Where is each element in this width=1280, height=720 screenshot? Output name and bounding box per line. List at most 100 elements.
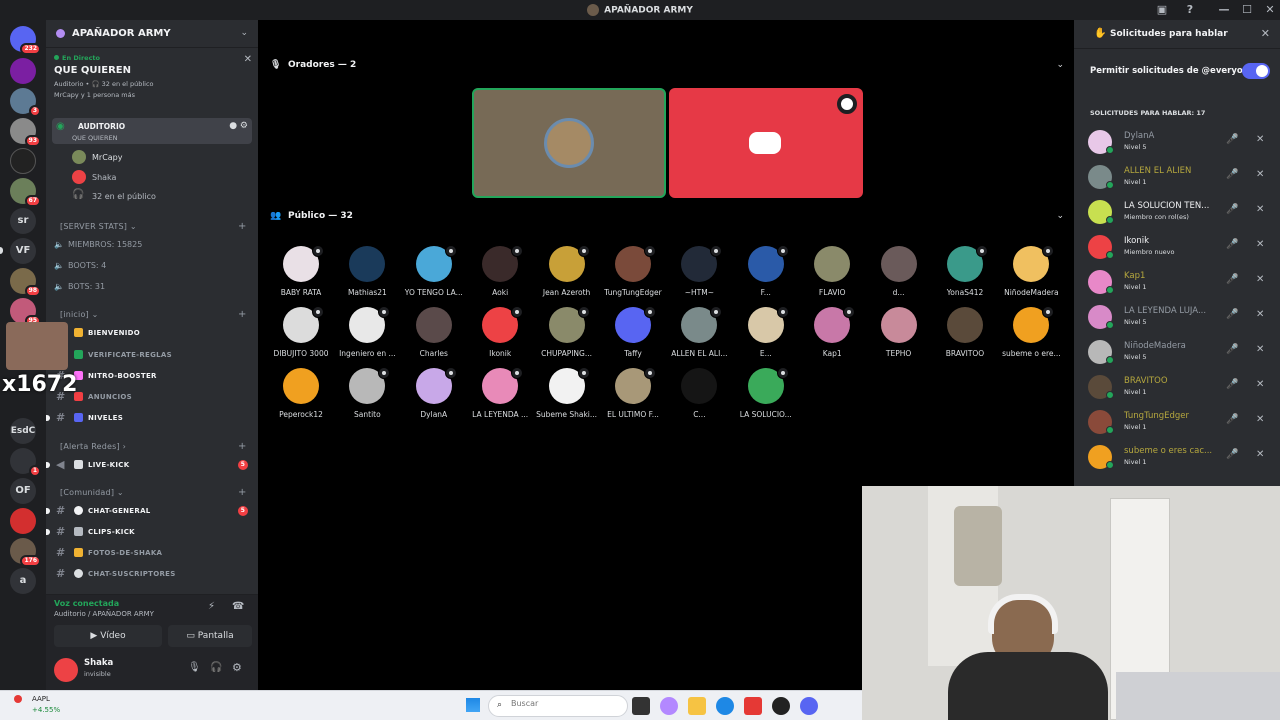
server-icon[interactable]: EsdC [10, 418, 36, 444]
speak-request-row[interactable]: Kap1 Nivel 1 🎤 ✕ [1074, 268, 1280, 302]
office-app-icon[interactable] [744, 697, 762, 715]
chevron-down-icon[interactable]: ⌄ [1056, 211, 1064, 221]
allow-requests-toggle[interactable] [1242, 63, 1270, 79]
channel-verificate-reglas[interactable]: #verificate-reglas [54, 346, 252, 364]
server-icon[interactable]: 176 [10, 538, 41, 567]
speak-request-row[interactable]: ALLEN EL ALIEN Nivel 1 🎤 ✕ [1074, 163, 1280, 197]
search-input[interactable] [511, 699, 581, 708]
speak-request-row[interactable]: LA LEYENDA LUJA... Nivel 5 🎤 ✕ [1074, 303, 1280, 337]
dismiss-request-icon[interactable]: ✕ [1256, 309, 1264, 320]
chevron-down-icon[interactable]: ⌄ [240, 28, 248, 38]
chevron-down-icon[interactable]: ⌄ [1056, 60, 1064, 70]
speak-request-row[interactable]: DylanA Nivel 5 🎤 ✕ [1074, 128, 1280, 162]
speak-request-row[interactable]: subeme o eres cac... Nivel 1 🎤 ✕ [1074, 443, 1280, 477]
server-icon[interactable]: OF [10, 478, 36, 504]
maximize-icon[interactable]: ☐ [1240, 3, 1254, 17]
dismiss-request-icon[interactable]: ✕ [1256, 239, 1264, 250]
copilot-icon[interactable] [660, 697, 678, 715]
help-icon[interactable]: ? [1183, 3, 1197, 17]
edge-browser-icon[interactable] [716, 697, 734, 715]
audience-member[interactable]: LA LEYENDA ... [467, 367, 533, 428]
audience-member[interactable]: NiñodeMadera [998, 245, 1064, 306]
stock-ticker[interactable]: AAPL [32, 695, 50, 703]
disconnect-icon[interactable]: ☎ [232, 601, 244, 612]
headphones-icon[interactable]: 🎧 [210, 662, 222, 673]
dismiss-request-icon[interactable]: ✕ [1256, 379, 1264, 390]
stat-channel[interactable]: 🔈 BOOTS: 4 [54, 261, 106, 270]
screen-share-button[interactable]: ▭ Pantalla [168, 625, 252, 647]
speak-request-row[interactable]: LA SOLUCION TEN... Miembro con rol(es) 🎤 ✕ [1074, 198, 1280, 232]
channel-fotos-de-shaka[interactable]: # fotos-de-shaka [54, 544, 252, 562]
audience-member[interactable]: YO TENGO LA... [401, 245, 467, 306]
audience-member[interactable]: ~HTM~ [666, 245, 732, 306]
audience-member[interactable]: Charles [401, 307, 467, 367]
audience-member[interactable]: ALLEN EL ALI... [666, 306, 732, 367]
audience-member[interactable]: Peperock12 [268, 368, 334, 428]
invite-to-speak-icon[interactable]: 🎤 [1226, 449, 1238, 460]
audience-member[interactable]: BABY RATA [268, 245, 334, 306]
channel-actions[interactable]: ● ⚙ [229, 121, 248, 131]
invite-to-speak-icon[interactable]: 🎤 [1226, 344, 1238, 355]
voice-channel[interactable]: Auditorio / APAÑADOR ARMY [54, 610, 154, 618]
noise-suppression-icon[interactable]: ⚡ [208, 601, 215, 612]
add-channel-icon[interactable]: + [238, 309, 247, 320]
audience-member[interactable]: LA SOLUCIO... [733, 367, 799, 428]
channel-niveles[interactable]: # niveles [46, 409, 252, 427]
audience-member[interactable]: Taffy [600, 306, 666, 367]
speaker-tile[interactable] [472, 88, 666, 198]
direct-messages-button[interactable]: 232 [10, 26, 41, 55]
stat-channel[interactable]: 🔈 MIEMBROS: 15825 [54, 240, 142, 249]
file-explorer-icon[interactable] [688, 697, 706, 715]
audience-member[interactable]: F... [733, 245, 799, 306]
active-stage-channel[interactable]: ◉ Auditorio QUE QUIEREN ● ⚙ [52, 118, 252, 144]
stat-channel[interactable]: 🔈 BOTS: 31 [54, 282, 105, 291]
add-channel-icon[interactable]: + [238, 487, 247, 498]
video-button[interactable]: ▶ Vídeo [54, 625, 162, 647]
audience-member[interactable]: d... [866, 246, 932, 306]
invite-to-speak-icon[interactable]: 🎤 [1226, 204, 1238, 215]
taskbar-search[interactable]: ⌕ [488, 695, 628, 717]
server-icon[interactable]: 93 [10, 118, 41, 147]
audience-member[interactable]: BRAVITOO [932, 307, 998, 367]
audience-member[interactable]: subeme o ere... [998, 306, 1064, 367]
server-icon[interactable] [10, 508, 36, 534]
add-channel-icon[interactable]: + [238, 221, 247, 232]
audience-member[interactable]: DIBUJITO 3000 [268, 306, 334, 367]
live-stage-card[interactable]: En Directo QUE QUIEREN Auditorio • 🎧 32 … [54, 54, 254, 99]
channel-chat-suscriptores[interactable]: # chat-suscriptores [54, 565, 252, 583]
invite-to-speak-icon[interactable]: 🎤 [1226, 379, 1238, 390]
microphone-icon[interactable]: 🎙 [188, 662, 201, 673]
dismiss-request-icon[interactable]: ✕ [1256, 414, 1264, 425]
server-icon[interactable] [10, 58, 36, 84]
inbox-icon[interactable]: ▣ [1155, 3, 1169, 17]
audience-member[interactable]: YonaS412 [932, 245, 998, 306]
server-icon[interactable]: sr [10, 208, 36, 234]
category-inicio[interactable]: [inicio] ⌄ + [60, 309, 246, 320]
server-icon[interactable]: 3 [10, 88, 41, 117]
windows-start-icon[interactable] [466, 698, 480, 712]
channel-anuncios[interactable]: # anuncios [54, 388, 252, 406]
speak-request-row[interactable]: TungTungEdger Nivel 1 🎤 ✕ [1074, 408, 1280, 442]
speaker-tile[interactable] [669, 88, 863, 198]
speak-request-row[interactable]: Ikonik Miembro nuevo 🎤 ✕ [1074, 233, 1280, 267]
channel-chat-general[interactable]: # chat-general 5 [46, 502, 252, 520]
audience-member[interactable]: FLAVIO [799, 246, 865, 306]
audience-member[interactable]: Ingeniero en ... [334, 306, 400, 367]
channel-nitro-booster[interactable]: # nitro-booster [54, 367, 252, 385]
invite-to-speak-icon[interactable]: 🎤 [1226, 274, 1238, 285]
audience-member[interactable]: C... [666, 368, 732, 428]
server-icon[interactable]: VF [10, 238, 36, 264]
channel-live-kick[interactable]: ◀ live-kick 5 [46, 456, 252, 474]
close-icon[interactable]: ✕ [244, 54, 252, 65]
minimize-icon[interactable]: — [1217, 3, 1231, 17]
close-icon[interactable]: ✕ [1261, 27, 1270, 40]
server-icon[interactable]: 98 [10, 268, 41, 297]
speak-request-row[interactable]: BRAVITOO Nivel 1 🎤 ✕ [1074, 373, 1280, 407]
audience-member[interactable]: Aoki [467, 245, 533, 306]
invite-to-speak-icon[interactable]: 🎤 [1226, 134, 1238, 145]
settings-gear-icon[interactable]: ⚙ [232, 661, 242, 674]
category-comunidad[interactable]: [Comunidad] ⌄ + [60, 487, 246, 498]
dismiss-request-icon[interactable]: ✕ [1256, 344, 1264, 355]
category-alerta-redes[interactable]: [Alerta Redes] › + [60, 441, 246, 452]
discord-taskbar-icon[interactable] [800, 697, 818, 715]
